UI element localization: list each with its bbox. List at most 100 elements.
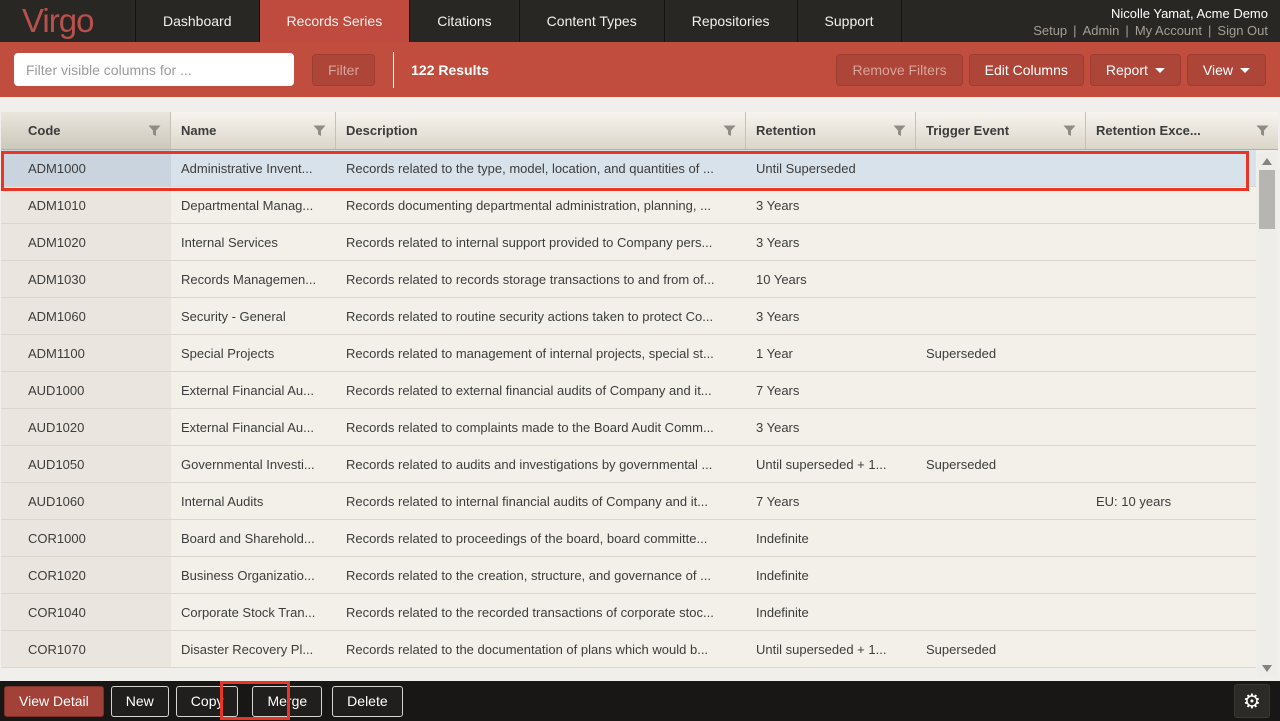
table-row-aud1050[interactable]: AUD1050Governmental Investi...Records re…: [1, 446, 1256, 483]
merge-button[interactable]: Merge: [252, 686, 322, 717]
table-row-adm1100[interactable]: ADM1100Special ProjectsRecords related t…: [1, 335, 1256, 372]
column-header-description[interactable]: Description: [336, 112, 746, 149]
table-row-cor1020[interactable]: COR1020Business Organizatio...Records re…: [1, 557, 1256, 594]
cell-trigger-event: [916, 224, 1086, 260]
cell-trigger-event: [916, 483, 1086, 519]
cell-retention-exceptions: [1086, 298, 1256, 334]
table-row-adm1060[interactable]: ADM1060Security - GeneralRecords related…: [1, 298, 1256, 335]
button-label: Edit Columns: [985, 62, 1068, 78]
column-header-label: Description: [346, 123, 418, 138]
delete-button[interactable]: Delete: [332, 686, 402, 717]
app-window: Virgo DashboardRecords SeriesCitationsCo…: [0, 0, 1280, 721]
tab-dashboard[interactable]: Dashboard: [135, 0, 259, 42]
gear-icon: ⚙: [1243, 691, 1261, 711]
user-link-my-account[interactable]: My Account: [1135, 23, 1202, 38]
cell-name: Business Organizatio...: [171, 557, 336, 593]
button-label: Remove Filters: [852, 62, 946, 78]
cell-code: ADM1020: [1, 224, 171, 260]
cell-retention-exceptions: [1086, 261, 1256, 297]
tab-label: Records Series: [287, 13, 383, 29]
filter-funnel-icon[interactable]: [1063, 125, 1076, 137]
vertical-scrollbar[interactable]: [1257, 153, 1277, 677]
table-row-aud1000[interactable]: AUD1000External Financial Au...Records r…: [1, 372, 1256, 409]
cell-retention: 3 Years: [746, 298, 916, 334]
column-header-retention-exce[interactable]: Retention Exce...: [1086, 112, 1278, 149]
filter-input[interactable]: [14, 53, 294, 86]
tab-repositories[interactable]: Repositories: [664, 0, 797, 42]
scrollbar-thumb[interactable]: [1259, 170, 1275, 229]
cell-retention-exceptions: [1086, 187, 1256, 223]
cell-name: Disaster Recovery Pl...: [171, 631, 336, 667]
view-button[interactable]: View: [1187, 54, 1266, 86]
tab-content-types[interactable]: Content Types: [519, 0, 664, 42]
cell-retention: Until superseded + 1...: [746, 446, 916, 482]
cell-code: COR1070: [1, 631, 171, 667]
cell-description: Records related to routine security acti…: [336, 298, 746, 334]
filter-funnel-icon[interactable]: [893, 125, 906, 137]
column-header-label: Name: [181, 123, 216, 138]
cell-description: Records related to the recorded transact…: [336, 594, 746, 630]
table-row-adm1000[interactable]: ADM1000Administrative Invent...Records r…: [1, 150, 1256, 187]
table-row-cor1070[interactable]: COR1070Disaster Recovery Pl...Records re…: [1, 631, 1256, 668]
cell-description: Records related to the type, model, loca…: [336, 150, 746, 186]
column-header-name[interactable]: Name: [171, 112, 336, 149]
cell-code: AUD1050: [1, 446, 171, 482]
filter-button[interactable]: Filter: [312, 54, 375, 86]
user-link-sign-out[interactable]: Sign Out: [1217, 23, 1268, 38]
cell-description: Records related to management of interna…: [336, 335, 746, 371]
cell-code: AUD1060: [1, 483, 171, 519]
cell-retention: Indefinite: [746, 520, 916, 556]
cell-retention: Indefinite: [746, 557, 916, 593]
button-label: View: [1203, 62, 1233, 78]
column-header-code[interactable]: Code: [1, 112, 171, 149]
cell-name: Records Managemen...: [171, 261, 336, 297]
cell-code: ADM1100: [1, 335, 171, 371]
user-link-setup[interactable]: Setup: [1033, 23, 1067, 38]
user-link-admin[interactable]: Admin: [1083, 23, 1120, 38]
scroll-up-icon[interactable]: [1262, 158, 1272, 165]
column-header-trigger-event[interactable]: Trigger Event: [916, 112, 1086, 149]
new-button[interactable]: New: [111, 686, 169, 717]
tab-citations[interactable]: Citations: [409, 0, 518, 42]
cell-retention-exceptions: [1086, 631, 1256, 667]
remove-filters-button[interactable]: Remove Filters: [836, 54, 962, 86]
report-button[interactable]: Report: [1090, 54, 1181, 86]
cell-description: Records documenting departmental adminis…: [336, 187, 746, 223]
settings-button[interactable]: ⚙: [1234, 684, 1270, 718]
cell-name: Governmental Investi...: [171, 446, 336, 482]
edit-columns-button[interactable]: Edit Columns: [969, 54, 1084, 86]
cell-name: Security - General: [171, 298, 336, 334]
cell-retention-exceptions: [1086, 446, 1256, 482]
cell-name: External Financial Au...: [171, 409, 336, 445]
cell-code: AUD1000: [1, 372, 171, 408]
tab-records-series[interactable]: Records Series: [259, 0, 410, 42]
table-row-adm1030[interactable]: ADM1030Records Managemen...Records relat…: [1, 261, 1256, 298]
scroll-down-icon[interactable]: [1262, 665, 1272, 672]
table-row-cor1000[interactable]: COR1000Board and Sharehold...Records rel…: [1, 520, 1256, 557]
grid-content-area: Code Name Description RetentionTrigger Even…: [0, 97, 1280, 681]
virgo-logo[interactable]: Virgo: [0, 0, 135, 42]
view-detail-button[interactable]: View Detail: [4, 686, 104, 717]
table-row-aud1020[interactable]: AUD1020External Financial Au...Records r…: [1, 409, 1256, 446]
cell-trigger-event: [916, 409, 1086, 445]
toolbar-right-buttons: Remove Filters Edit Columns Report View: [830, 54, 1266, 86]
cell-retention: 7 Years: [746, 372, 916, 408]
table-row-adm1020[interactable]: ADM1020Internal ServicesRecords related …: [1, 224, 1256, 261]
cell-trigger-event: [916, 150, 1086, 186]
filter-funnel-icon[interactable]: [148, 125, 161, 137]
table-row-aud1060[interactable]: AUD1060Internal AuditsRecords related to…: [1, 483, 1256, 520]
cell-retention: Until Superseded: [746, 150, 916, 186]
filter-funnel-icon[interactable]: [1256, 125, 1269, 137]
tab-support[interactable]: Support: [797, 0, 902, 42]
filter-toolbar: Filter 122 Results Remove FiltersEdit Co…: [0, 42, 1280, 97]
table-row-cor1040[interactable]: COR1040Corporate Stock Tran...Records re…: [1, 594, 1256, 631]
cell-code: AUD1020: [1, 409, 171, 445]
filter-funnel-icon[interactable]: [313, 125, 326, 137]
cell-trigger-event: Superseded: [916, 631, 1086, 667]
column-header-retention[interactable]: Retention: [746, 112, 916, 149]
filter-funnel-icon[interactable]: [723, 125, 736, 137]
copy-button[interactable]: Copy: [176, 686, 239, 717]
table-row-adm1010[interactable]: ADM1010Departmental Manag...Records docu…: [1, 187, 1256, 224]
cell-trigger-event: Superseded: [916, 335, 1086, 371]
cell-description: Records related to records storage trans…: [336, 261, 746, 297]
